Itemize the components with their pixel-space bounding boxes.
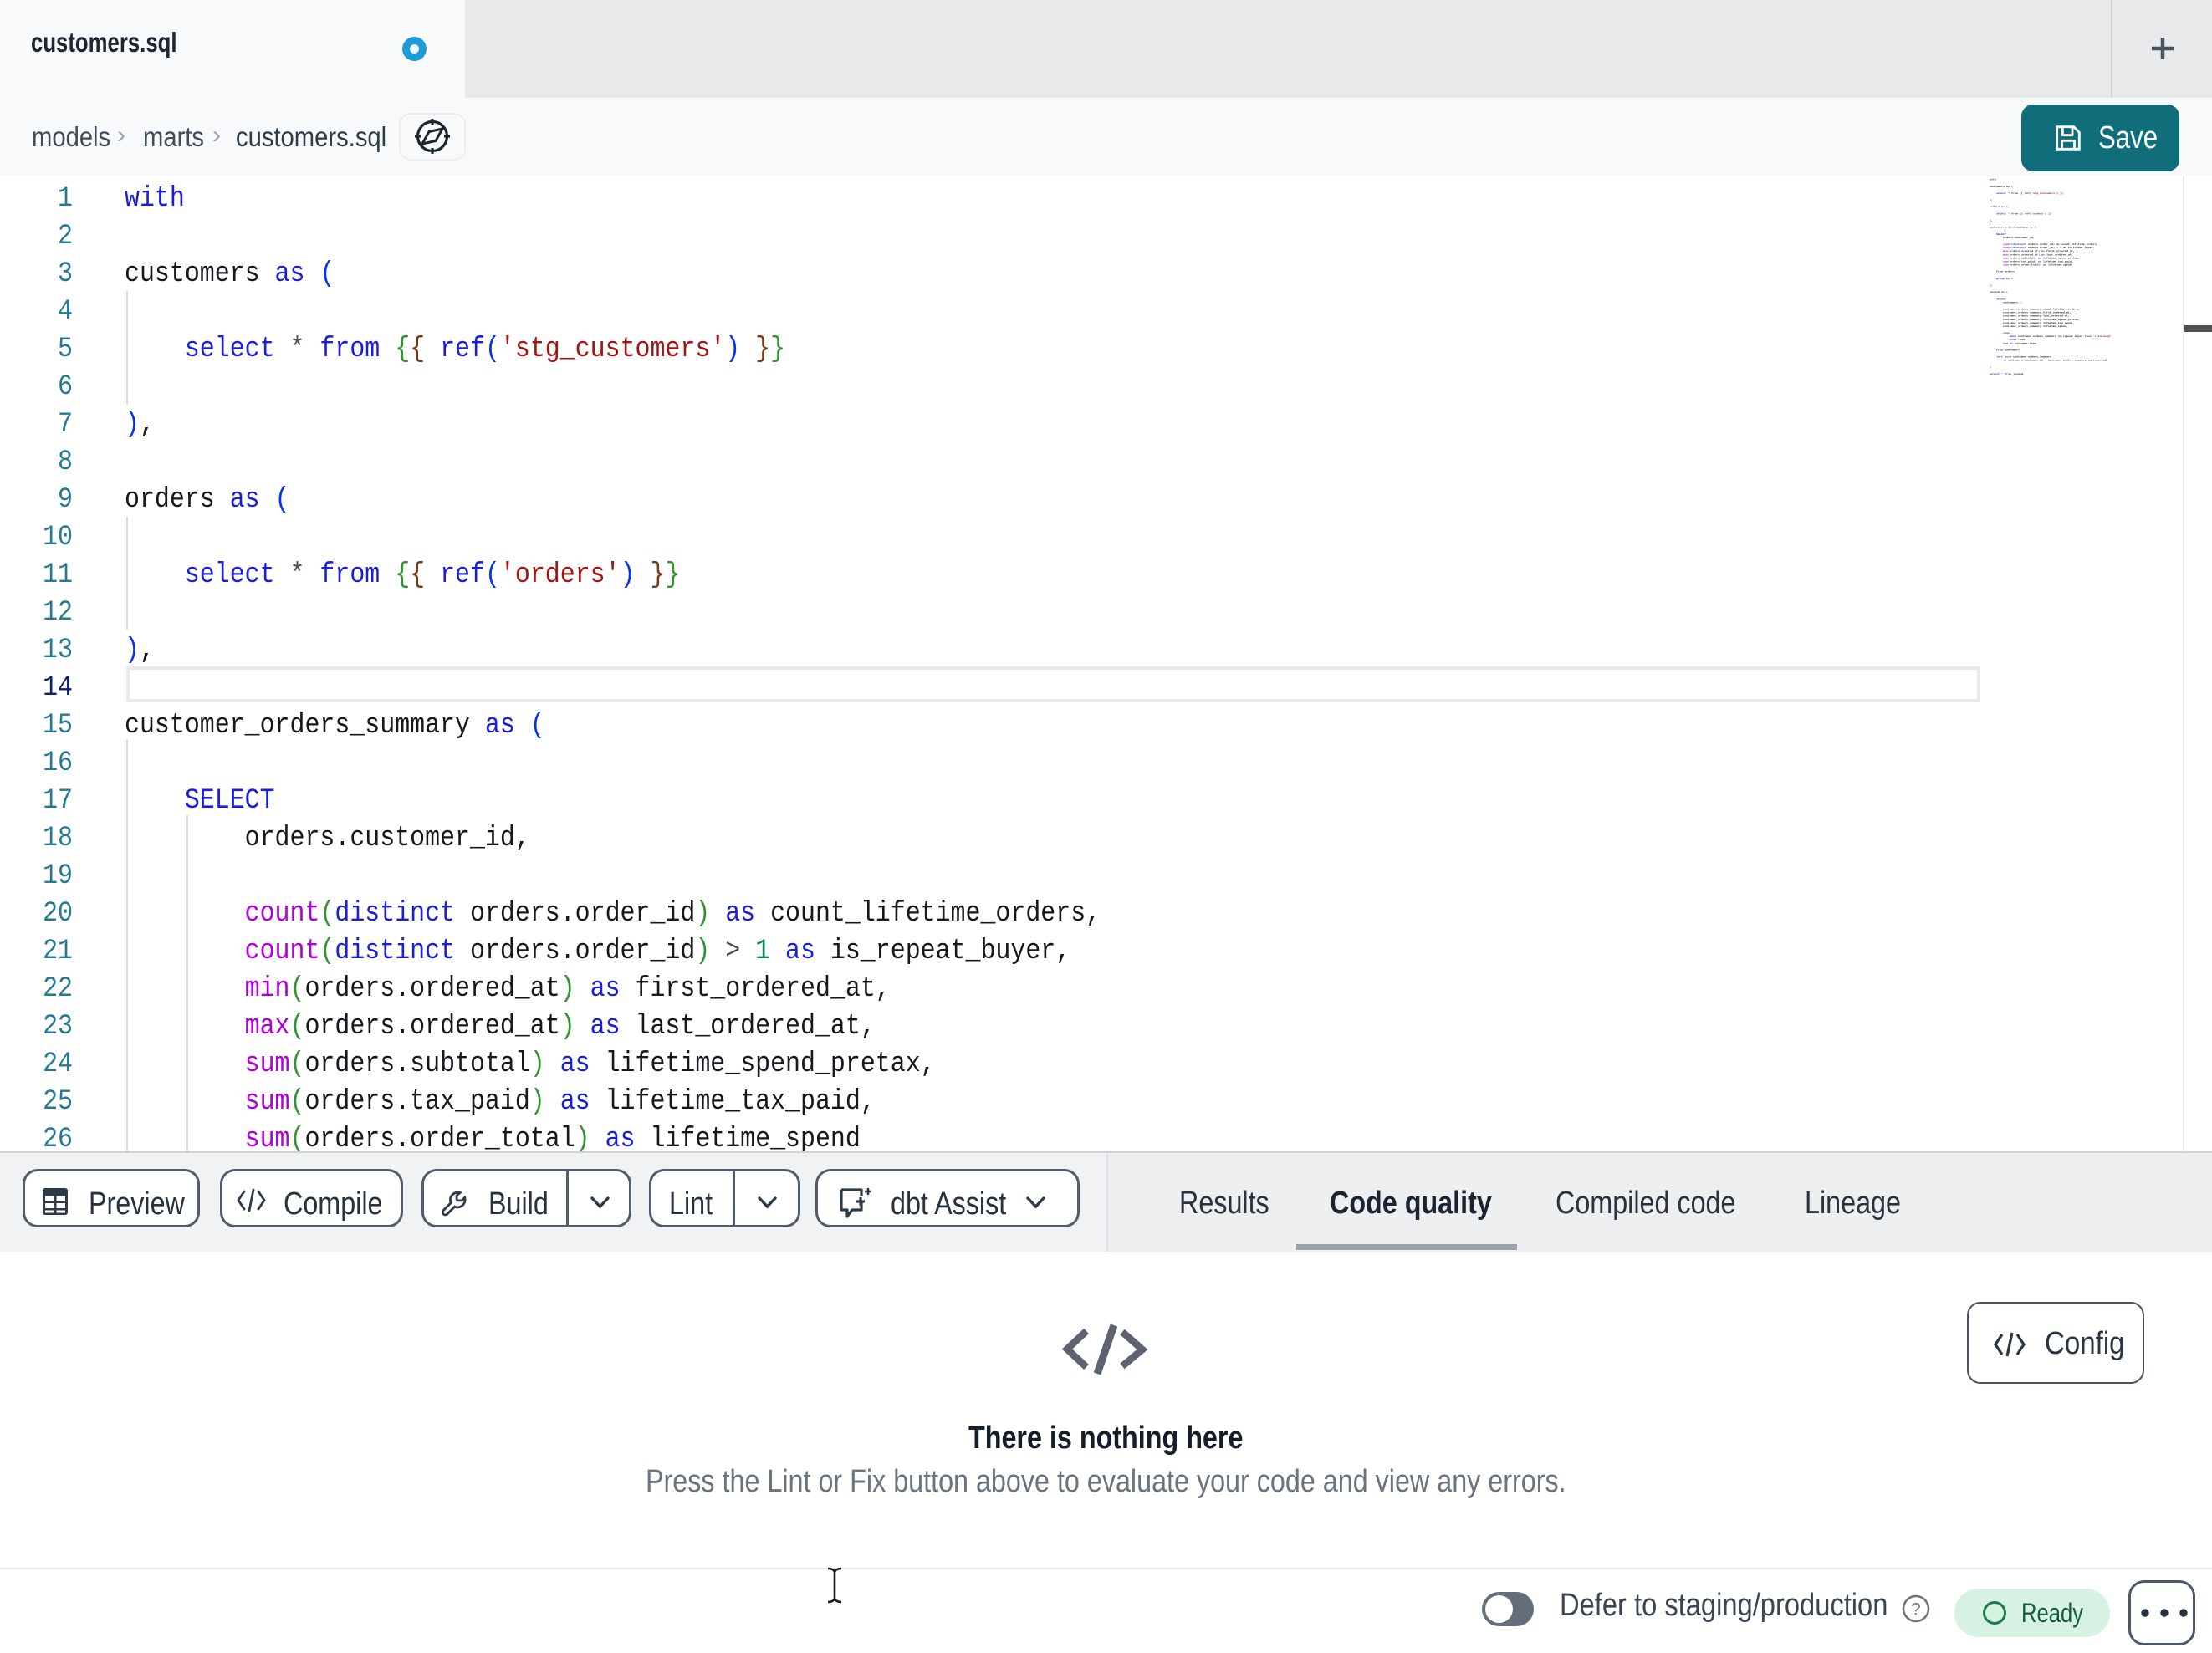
svg-text:?: ? xyxy=(1911,1600,1920,1619)
